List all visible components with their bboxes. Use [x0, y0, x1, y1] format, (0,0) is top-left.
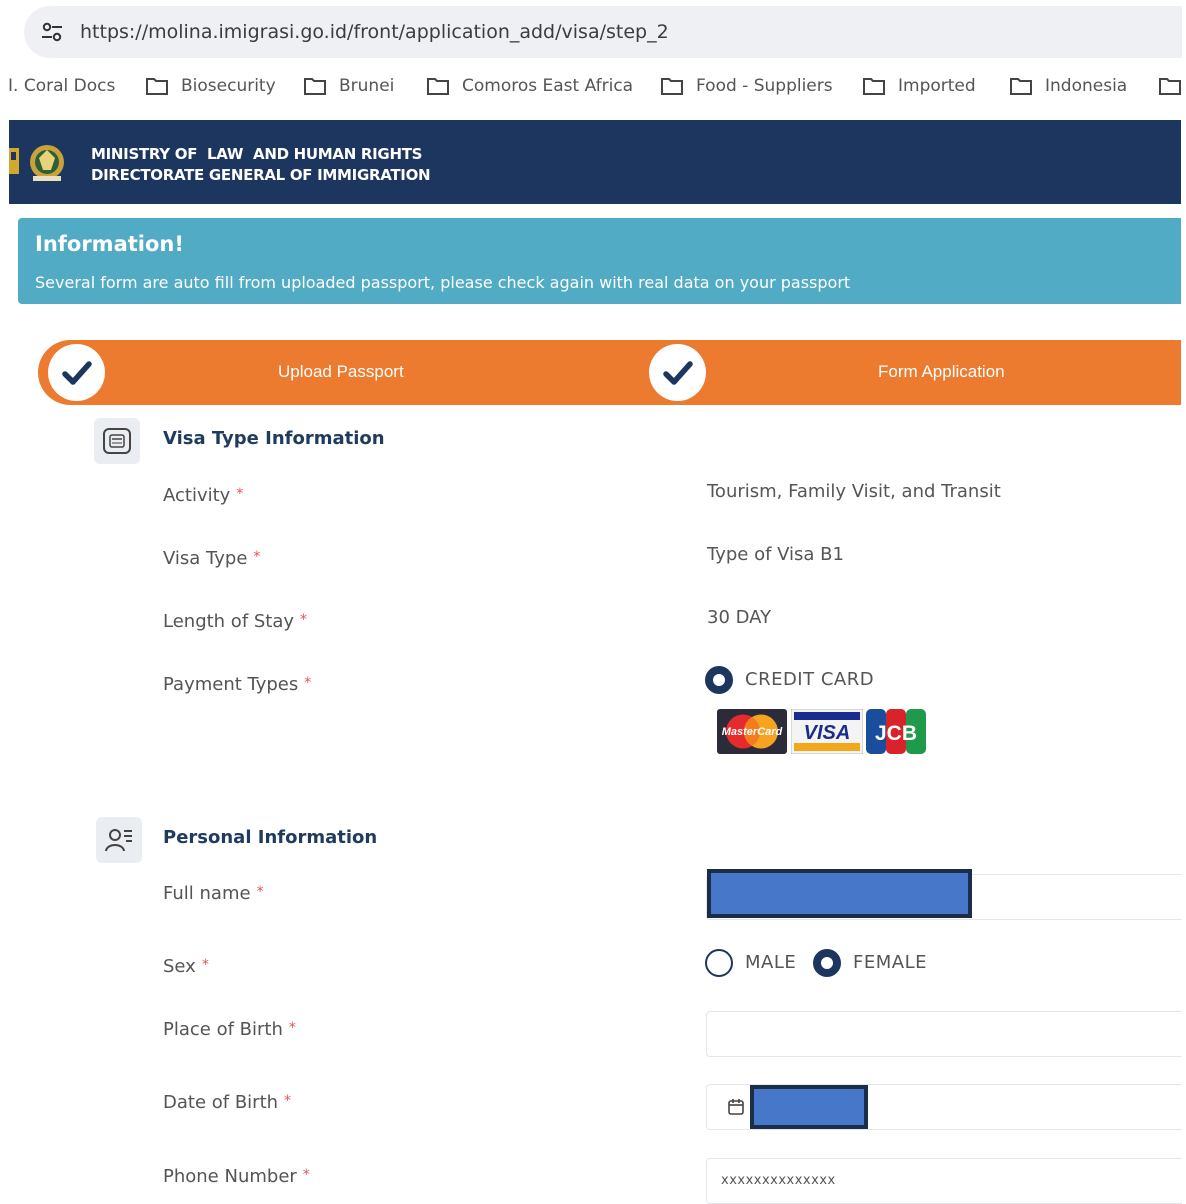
step-upload-passport-check: [48, 344, 105, 401]
required-marker: *: [284, 1093, 292, 1109]
bookmark-indonesia[interactable]: Indonesia: [1009, 76, 1127, 96]
bookmark-brunei[interactable]: Brunei: [303, 76, 394, 96]
url-text[interactable]: https://molina.imigrasi.go.id/front/appl…: [80, 21, 669, 43]
bookmarks-bar: I. Coral Docs Biosecurity Brunei Comoros…: [0, 70, 1186, 106]
female-radio[interactable]: [813, 949, 841, 977]
folder-icon: [304, 78, 326, 95]
bookmark-label: Food - Suppliers: [696, 76, 833, 96]
person-list-icon: [96, 817, 142, 863]
payment-types-label: Payment Types *: [163, 674, 311, 695]
male-label[interactable]: MALE: [745, 952, 796, 973]
activity-label-text: Activity: [163, 485, 231, 506]
step-form-application-label: Form Application: [878, 362, 1005, 381]
credit-card-radio[interactable]: [705, 666, 733, 694]
required-marker: *: [201, 957, 209, 973]
alert-message: Several form are auto fill from uploaded…: [35, 273, 851, 292]
date-of-birth-label-text: Date of Birth: [163, 1092, 279, 1113]
bookmark-label: I. Coral Docs: [8, 76, 116, 96]
required-marker: *: [253, 549, 261, 565]
required-marker: *: [288, 1020, 296, 1036]
activity-label: Activity *: [163, 485, 243, 506]
bookmark-label: Indonesia: [1045, 76, 1128, 96]
place-of-birth-label-text: Place of Birth: [163, 1019, 283, 1040]
required-marker: *: [256, 884, 264, 900]
svg-text:VISA: VISA: [804, 722, 851, 744]
bookmark-label: Brunei: [339, 76, 395, 96]
visa-type-value: Type of Visa B1: [707, 544, 844, 565]
phone-number-label: Phone Number *: [163, 1166, 310, 1187]
visa-type-label-text: Visa Type: [163, 548, 248, 569]
folder-icon: [661, 78, 683, 95]
personal-section-title: Personal Information: [163, 827, 378, 848]
phone-number-label-text: Phone Number: [163, 1166, 297, 1187]
step-form-application-check: [649, 344, 706, 401]
visa-logo-icon: VISA: [791, 709, 863, 754]
bookmark-biosecurity[interactable]: Biosecurity: [145, 76, 276, 96]
visa-section-title: Visa Type Information: [163, 428, 385, 449]
bookmark-food-suppliers[interactable]: Food - Suppliers: [660, 76, 833, 96]
required-marker: *: [300, 612, 308, 628]
sex-label: Sex *: [163, 956, 209, 977]
payment-types-label-text: Payment Types: [163, 674, 299, 695]
full-name-label-text: Full name: [163, 883, 251, 904]
place-of-birth-input[interactable]: [706, 1011, 1182, 1057]
required-marker: *: [304, 675, 312, 691]
folder-icon: [146, 78, 168, 95]
checkmark-icon: [662, 360, 693, 385]
required-marker: *: [236, 486, 244, 502]
bookmark-label: Biosecurity: [181, 76, 276, 96]
ministry-title: MINISTRY OF LAW AND HUMAN RIGHTS DIRECTO…: [91, 144, 431, 186]
sex-label-text: Sex: [163, 956, 196, 977]
length-of-stay-label: Length of Stay *: [163, 611, 307, 632]
ministry-line-1: MINISTRY OF LAW AND HUMAN RIGHTS: [91, 145, 423, 163]
jcb-logo-icon: JCB: [866, 709, 926, 754]
place-of-birth-label: Place of Birth *: [163, 1019, 296, 1040]
visa-card-icon: [94, 418, 140, 464]
activity-value: Tourism, Family Visit, and Transit: [707, 481, 1001, 502]
bookmark-imported[interactable]: Imported: [862, 76, 976, 96]
folder-icon: [427, 78, 449, 95]
site-header: MINISTRY OF LAW AND HUMAN RIGHTS DIRECTO…: [9, 120, 1181, 204]
site-settings-icon[interactable]: [38, 18, 66, 46]
checkmark-icon: [61, 360, 92, 385]
date-of-birth-label: Date of Birth *: [163, 1092, 291, 1113]
address-bar[interactable]: https://molina.imigrasi.go.id/front/appl…: [24, 6, 1182, 58]
male-radio[interactable]: [705, 949, 733, 977]
bookmark-overflow[interactable]: [1158, 76, 1186, 96]
calendar-icon[interactable]: [727, 1098, 745, 1116]
progress-steps: Upload Passport Form Application: [38, 340, 1181, 405]
svg-text:JCB: JCB: [875, 722, 917, 745]
phone-number-value: xxxxxxxxxxxxxx: [721, 1173, 836, 1188]
folder-icon: [863, 78, 885, 95]
step-upload-passport-label: Upload Passport: [278, 362, 404, 381]
bookmark-label: Imported: [898, 76, 976, 96]
bookmark-coral-docs[interactable]: I. Coral Docs: [8, 76, 115, 96]
visa-type-label: Visa Type *: [163, 548, 260, 569]
required-marker: *: [302, 1167, 310, 1183]
female-label[interactable]: FEMALE: [853, 952, 927, 973]
folder-icon: [1159, 78, 1181, 95]
bookmark-comoros[interactable]: Comoros East Africa: [426, 76, 633, 96]
full-name-redaction: [707, 869, 972, 918]
length-of-stay-label-text: Length of Stay: [163, 611, 295, 632]
alert-title: Information!: [35, 232, 184, 256]
information-alert: Information! Several form are auto fill …: [18, 218, 1181, 304]
credit-card-label[interactable]: CREDIT CARD: [745, 669, 874, 690]
folder-icon: [1010, 78, 1032, 95]
date-of-birth-redaction: [750, 1085, 868, 1129]
svg-text:MasterCard: MasterCard: [722, 726, 783, 738]
immigration-emblem-icon: [9, 145, 64, 181]
mastercard-logo-icon: MasterCard: [717, 709, 787, 754]
bookmark-label: Comoros East Africa: [462, 76, 634, 96]
full-name-label: Full name *: [163, 883, 264, 904]
ministry-line-2: DIRECTORATE GENERAL OF IMMIGRATION: [91, 166, 431, 184]
length-of-stay-value: 30 DAY: [707, 607, 772, 628]
